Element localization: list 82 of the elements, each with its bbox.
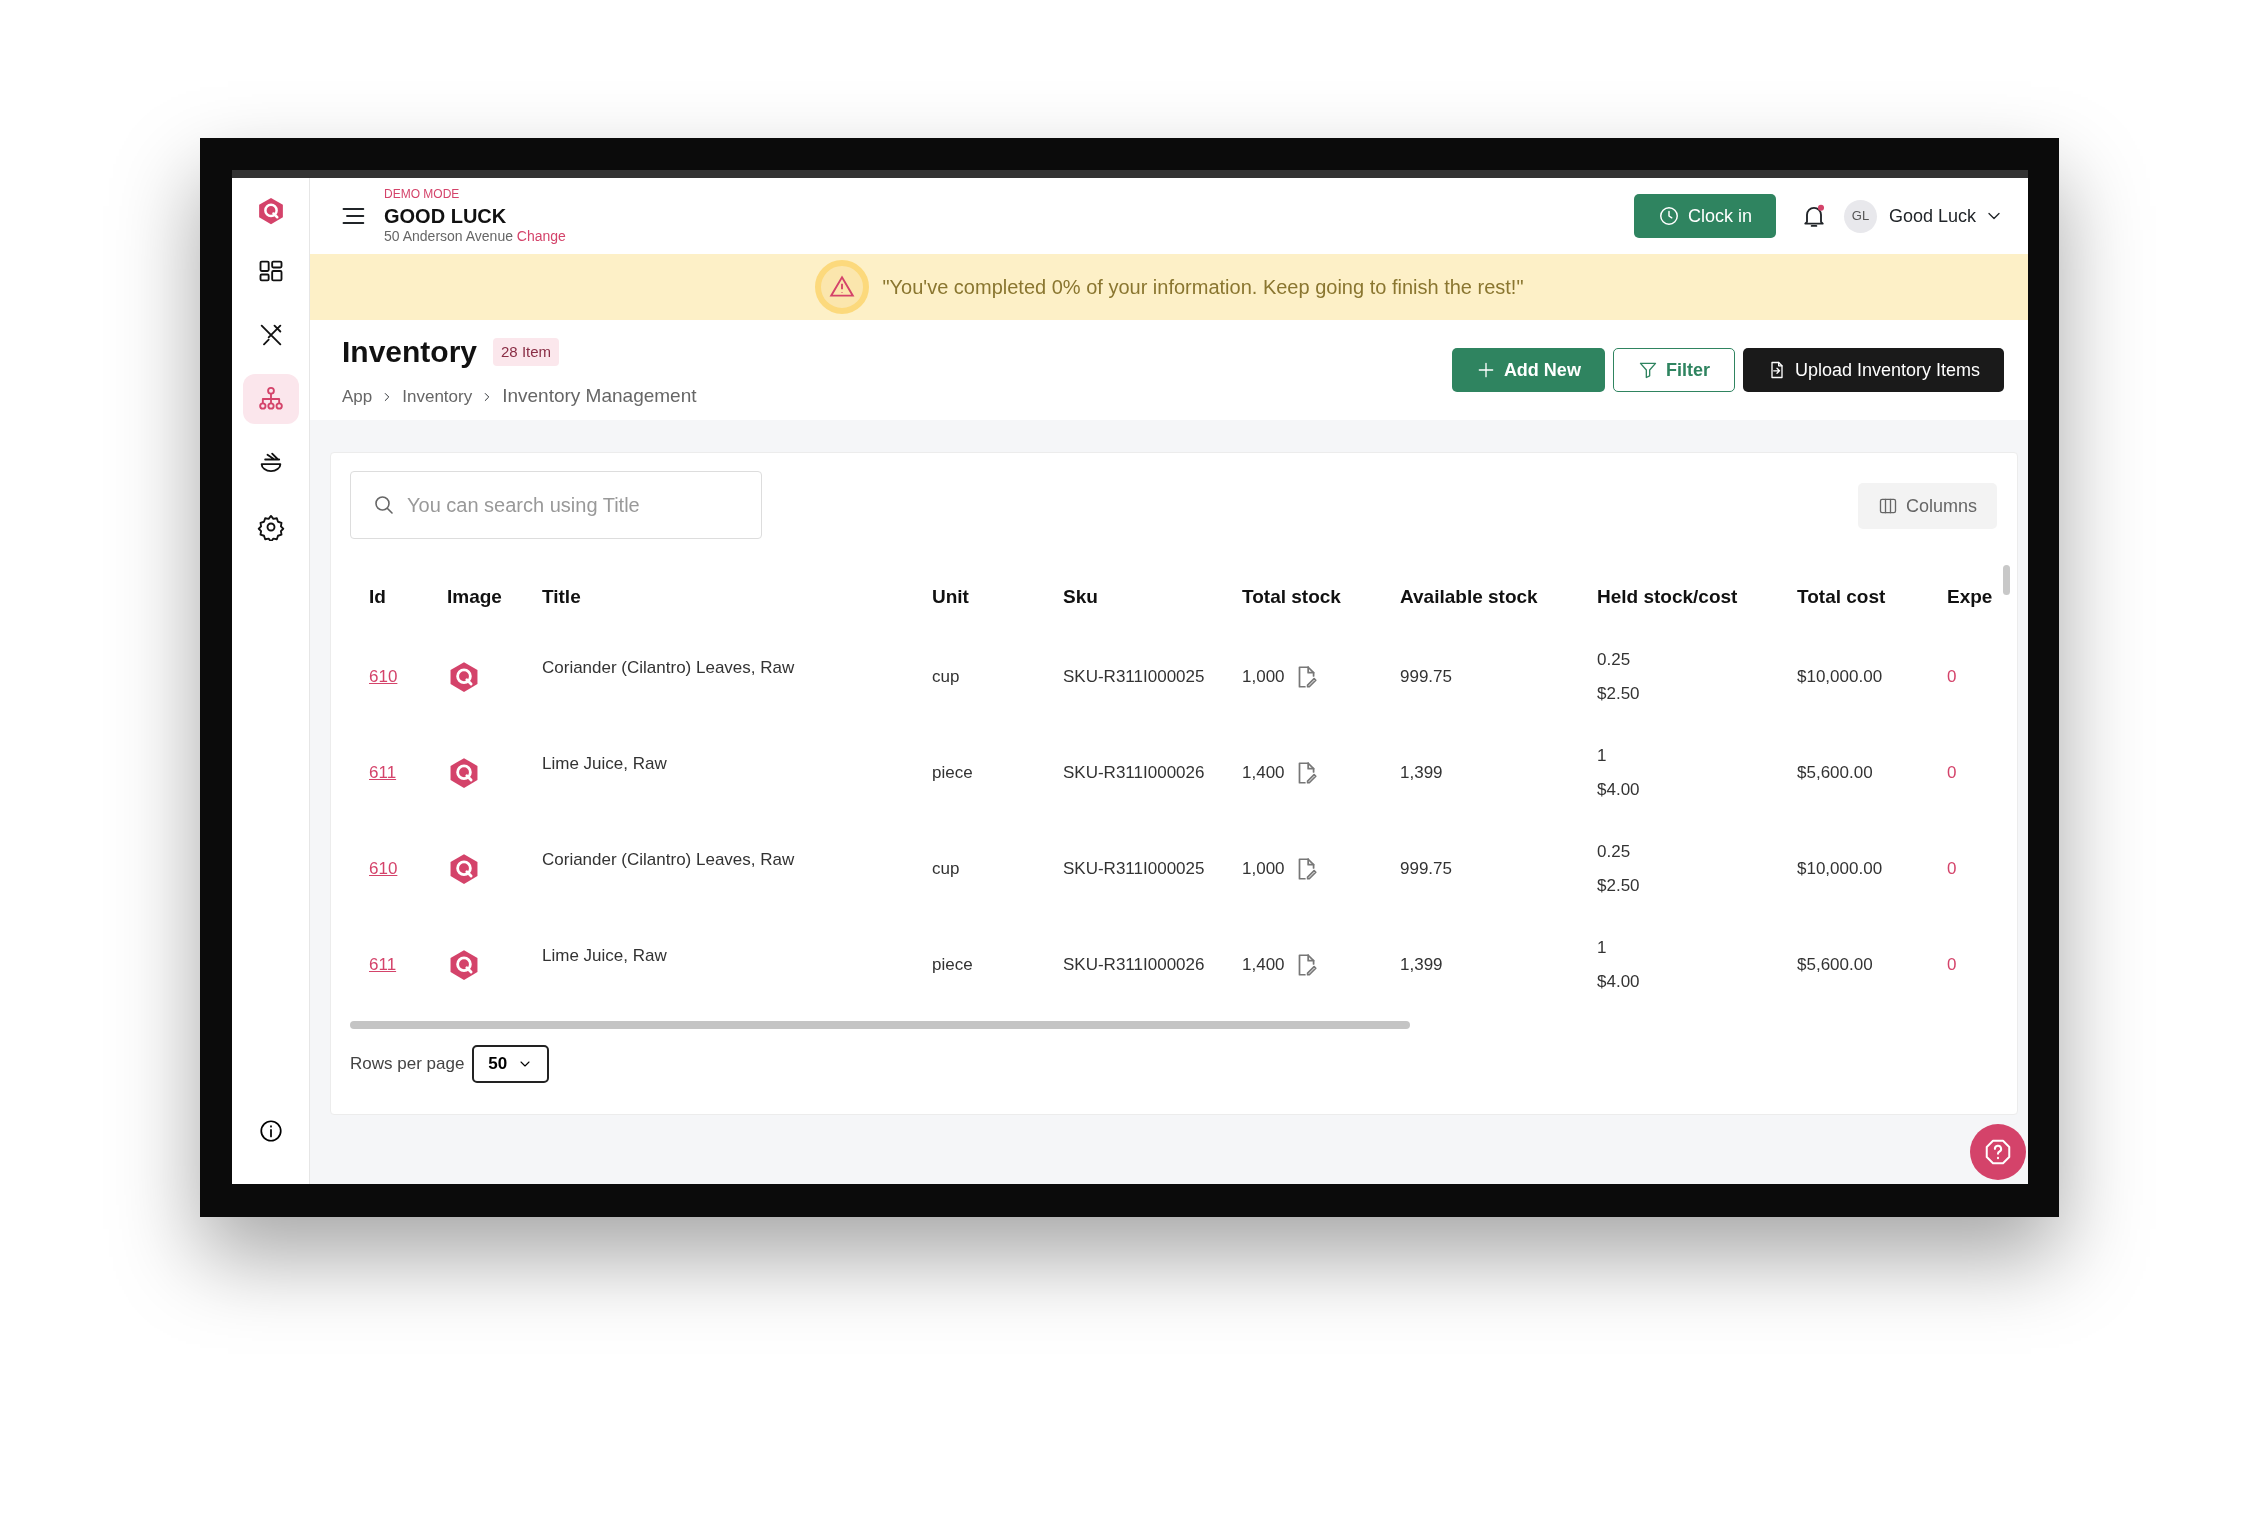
- warning-icon: [814, 260, 869, 314]
- table-cell: 1,399: [1400, 955, 1443, 975]
- column-header: Unit: [931, 584, 970, 609]
- table-cell: $10,000.00: [1797, 859, 1883, 879]
- column-header: Held stock/cost: [1596, 584, 1739, 609]
- column-header: Image: [446, 584, 503, 609]
- table-cell: Lime Juice, Raw: [542, 754, 667, 773]
- table-cell: 1,000: [1242, 667, 1285, 686]
- hierarchy-icon: [256, 385, 285, 413]
- clock-in-button[interactable]: Clock in: [1633, 194, 1776, 238]
- column-header: Available stock: [1399, 584, 1539, 609]
- search-field[interactable]: You can search using Title: [350, 471, 762, 539]
- table-cell: Coriander (Cilantro) Leaves, Raw: [542, 658, 795, 677]
- table-cell: 999.75: [1400, 667, 1452, 687]
- column-header: Id: [368, 584, 387, 609]
- table-cell: cup: [932, 667, 960, 687]
- table-cell: SKU-R311I000026: [1063, 763, 1205, 783]
- add-new-button[interactable]: Add New: [1451, 348, 1605, 392]
- table-cell: 0: [1947, 859, 1957, 879]
- item-id-link[interactable]: 611: [369, 955, 397, 975]
- change-link[interactable]: Change: [516, 227, 566, 244]
- filter-button[interactable]: Filter: [1612, 348, 1735, 392]
- item-id-link[interactable]: 611: [369, 763, 397, 783]
- table-cell: 0.25: [1597, 650, 1631, 669]
- table-cell: cup: [932, 859, 960, 879]
- columns-button[interactable]: Columns: [1857, 483, 1997, 529]
- user-menu[interactable]: GL Good Luck: [1843, 199, 2004, 233]
- table-cell: Lime Juice, Raw: [542, 946, 667, 965]
- column-header: Title: [541, 584, 582, 609]
- help-button[interactable]: [1970, 1124, 2026, 1180]
- table-cell: 1,000: [1242, 859, 1285, 878]
- horizontal-scrollbar[interactable]: [350, 1021, 1410, 1029]
- avatar: GL: [1843, 199, 1877, 233]
- table-cell: 1,400: [1242, 763, 1285, 782]
- table-cell: 1,400: [1242, 955, 1285, 974]
- banner-message: "You've completed 0% of your information. Keep going to finish the rest!": [882, 275, 1524, 300]
- table-cell: 999.75: [1400, 859, 1452, 879]
- breadcrumb-link[interactable]: Inventory: [402, 383, 473, 410]
- column-header: Expe: [1946, 584, 1994, 609]
- clock-icon: [1657, 205, 1680, 227]
- filter-icon: [1637, 360, 1658, 380]
- item-id-link[interactable]: 610: [369, 667, 398, 687]
- table-cell: 0.25: [1597, 842, 1631, 861]
- upload-button[interactable]: Upload Inventory Items: [1742, 348, 2004, 392]
- column-header: Total stock: [1241, 584, 1342, 609]
- table-cell: $4.00: [1597, 780, 1640, 799]
- help-icon: [1983, 1137, 2013, 1167]
- table-cell: $5,600.00: [1797, 955, 1873, 975]
- info-icon: [257, 1118, 284, 1144]
- table-cell: 0: [1947, 667, 1957, 687]
- table-cell: SKU-R311I000025: [1063, 859, 1205, 879]
- table-cell: 0: [1947, 763, 1957, 783]
- table-cell: $4.00: [1597, 972, 1640, 991]
- column-header: Total cost: [1796, 584, 1887, 609]
- table-cell: Coriander (Cilantro) Leaves, Raw: [542, 850, 795, 869]
- rows-per-page-label: Rows per page: [350, 1053, 465, 1075]
- table-cell: 1,399: [1400, 763, 1443, 783]
- breadcrumb-link[interactable]: App: [342, 383, 373, 410]
- table-cell: 0: [1947, 955, 1957, 975]
- column-header: Sku: [1062, 584, 1099, 609]
- table-cell: piece: [932, 763, 973, 783]
- settings-icon: [256, 513, 285, 541]
- demo-mode-label: DEMO MODE: [384, 187, 461, 200]
- table-cell: $2.50: [1597, 684, 1640, 703]
- user-name: Good Luck: [1888, 204, 1976, 228]
- vertical-scrollbar[interactable]: [2003, 565, 2010, 595]
- breadcrumb-current: Inventory Management: [502, 384, 697, 409]
- table-cell: SKU-R311I000025: [1063, 667, 1205, 687]
- table-cell: 1: [1597, 746, 1607, 765]
- table-cell: $10,000.00: [1797, 667, 1883, 687]
- columns-icon: [1877, 496, 1898, 516]
- page-title: Inventory: [342, 334, 478, 371]
- business-name: GOOD LUCK: [384, 203, 508, 228]
- table-cell: $2.50: [1597, 876, 1640, 895]
- address-text: 50 Anderson Avenue: [384, 227, 513, 244]
- table-cell: SKU-R311I000026: [1063, 955, 1205, 975]
- rows-per-page-select[interactable]: 50: [472, 1045, 550, 1083]
- table-cell: $5,600.00: [1797, 763, 1873, 783]
- item-id-link[interactable]: 610: [369, 859, 398, 879]
- item-count-badge: 28 Item: [493, 337, 560, 366]
- table-cell: piece: [932, 955, 973, 975]
- table-cell: 1: [1597, 938, 1607, 957]
